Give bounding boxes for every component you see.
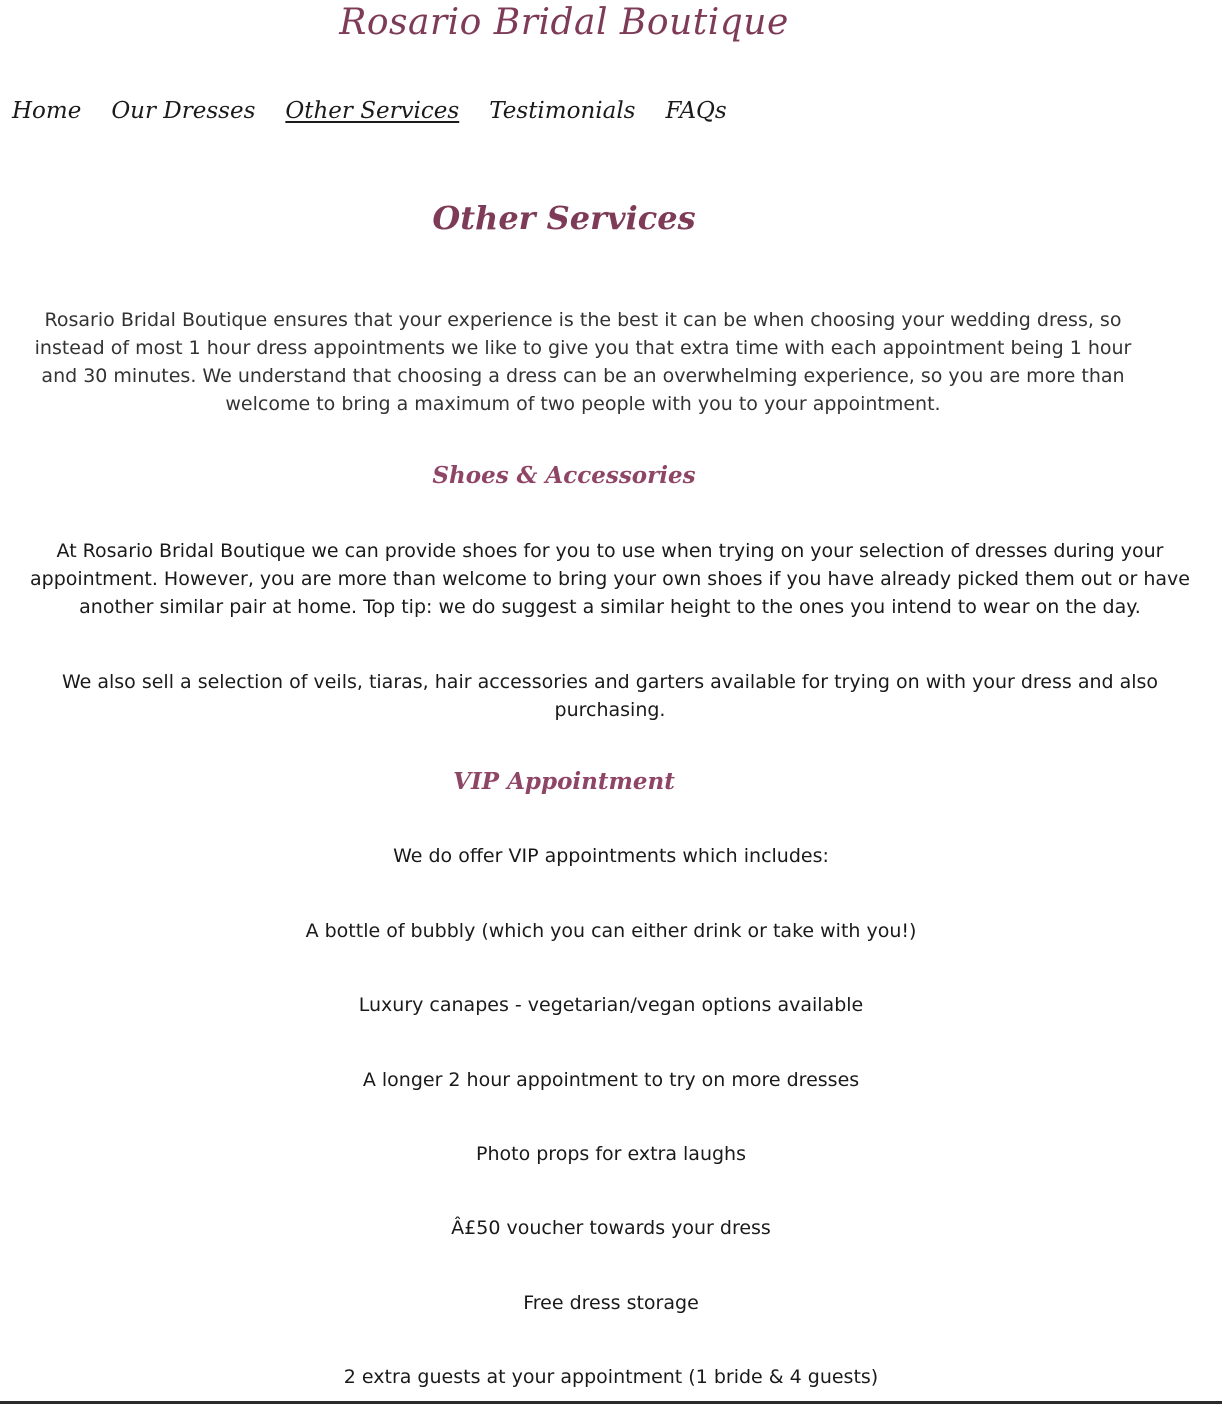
shoes-accessories-heading: Shoes & Accessories: [432, 462, 696, 489]
accessories-paragraph: We also sell a selection of veils, tiara…: [61, 671, 1159, 721]
page-title: Other Services: [432, 199, 696, 237]
nav-item-testimonials[interactable]: Testimonials: [489, 94, 635, 128]
vip-item: A longer 2 hour appointment to try on mo…: [362, 1069, 860, 1091]
vip-item: A bottle of bubbly (which you can either…: [305, 920, 917, 942]
intro-paragraph: Rosario Bridal Boutique ensures that you…: [34, 309, 1132, 415]
site-title[interactable]: Rosario Bridal Boutique: [0, 0, 1128, 46]
vip-item: Free dress storage: [523, 1292, 699, 1314]
nav-item-home[interactable]: Home: [12, 94, 81, 128]
vip-item: Â£50 voucher towards your dress: [451, 1217, 771, 1239]
vip-item: 2 extra guests at your appointment (1 br…: [343, 1366, 879, 1388]
vip-intro: We do offer VIP appointments which inclu…: [393, 845, 829, 867]
nav-item-other-services[interactable]: Other Services: [285, 94, 459, 128]
nav-item-faqs[interactable]: FAQs: [665, 94, 726, 128]
vip-item: Photo props for extra laughs: [476, 1143, 746, 1165]
vip-item: Luxury canapes - vegetarian/vegan option…: [358, 994, 864, 1016]
nav-item-our-dresses[interactable]: Our Dresses: [111, 94, 255, 128]
main-nav: Home Our Dresses Other Services Testimon…: [12, 94, 727, 128]
shoes-paragraph: At Rosario Bridal Boutique we can provid…: [30, 540, 1190, 618]
vip-appointment-heading: VIP Appointment: [453, 768, 675, 795]
